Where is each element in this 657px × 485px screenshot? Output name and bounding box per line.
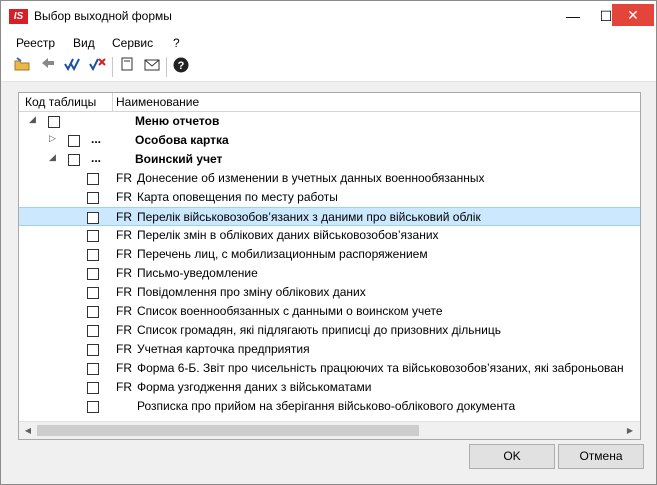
row-name: Перелік змін в облікових даних військово… xyxy=(137,228,439,242)
tree-row[interactable]: FR Перелік змін в облікових даних військо… xyxy=(19,226,640,245)
scroll-right-icon[interactable]: ▶ xyxy=(623,424,637,437)
column-divider[interactable] xyxy=(112,93,113,111)
window-title: Выбор выходной формы xyxy=(34,9,172,23)
row-name: Меню отчетов xyxy=(135,114,220,128)
minimize-button[interactable]: — xyxy=(556,1,590,31)
tree-row[interactable]: FR Форма 6-Б. Звіт про чисельність працюю… xyxy=(19,359,640,378)
row-checkbox[interactable] xyxy=(87,268,99,280)
row-code: FR xyxy=(116,266,132,280)
ellipsis-marker: ... xyxy=(91,151,102,165)
toolbar: ? xyxy=(1,53,656,82)
row-name: Карта оповещения по месту работы xyxy=(137,190,338,204)
row-checkbox[interactable] xyxy=(87,192,99,204)
row-checkbox[interactable] xyxy=(68,135,80,147)
collapse-icon[interactable]: ◢ xyxy=(29,114,36,125)
check-all-icon[interactable] xyxy=(63,57,83,77)
column-code-header[interactable]: Код таблицы xyxy=(25,95,96,109)
collapse-icon[interactable]: ◢ xyxy=(49,152,56,163)
tree-row[interactable]: ▷... Особова картка xyxy=(19,131,640,150)
menu-view[interactable]: Вид xyxy=(73,36,95,50)
row-code: FR xyxy=(116,304,132,318)
row-checkbox[interactable] xyxy=(87,401,99,413)
report-tree[interactable]: Код таблицы Наименование ◢ Меню отчетов ▷.… xyxy=(18,92,641,440)
row-name: Форма узгодження даних з військоматами xyxy=(137,380,372,394)
column-header: Код таблицы Наименование xyxy=(19,93,640,112)
row-code: FR xyxy=(116,228,132,242)
row-name: Особова картка xyxy=(135,133,229,147)
row-checkbox[interactable] xyxy=(87,363,99,375)
row-checkbox[interactable] xyxy=(87,344,99,356)
tree-row[interactable]: ◢... Воинский учет xyxy=(19,150,640,169)
row-name: Перечень лиц, с мобилизационным распоряж… xyxy=(137,247,428,261)
help-icon[interactable]: ? xyxy=(171,57,191,77)
scroll-left-icon[interactable]: ◀ xyxy=(21,424,35,437)
envelope-icon[interactable] xyxy=(142,57,162,77)
row-name: Форма 6-Б. Звіт про чисельність працюючи… xyxy=(137,361,624,375)
row-checkbox[interactable] xyxy=(87,382,99,394)
row-name: Письмо-уведомление xyxy=(137,266,258,280)
title-bar[interactable]: IS Выбор выходной формы — ☐ ✕ xyxy=(1,1,656,33)
row-checkbox[interactable] xyxy=(68,154,80,166)
arrow-icon[interactable] xyxy=(38,57,58,77)
row-name: Воинский учет xyxy=(135,152,223,166)
document-icon[interactable] xyxy=(117,57,137,77)
tree-row[interactable]: FR Перечень лиц, с мобилизационным распор… xyxy=(19,245,640,264)
open-folder-icon[interactable] xyxy=(12,57,32,77)
row-code: FR xyxy=(116,361,132,375)
tree-row[interactable]: ◢ Меню отчетов xyxy=(19,112,640,131)
row-checkbox[interactable] xyxy=(87,230,99,242)
row-code: FR xyxy=(116,171,132,185)
tree-row[interactable]: FR Карта оповещения по месту работы xyxy=(19,188,640,207)
tree-row[interactable]: Розписка про прийом на зберігання військ… xyxy=(19,397,640,416)
row-checkbox[interactable] xyxy=(87,306,99,318)
menu-service[interactable]: Сервис xyxy=(112,36,153,50)
toolbar-separator xyxy=(112,57,113,77)
column-name-header[interactable]: Наименование xyxy=(116,95,199,109)
svg-text:?: ? xyxy=(178,60,185,72)
app-logo-icon: IS xyxy=(9,9,28,24)
ellipsis-marker: ... xyxy=(91,132,102,146)
horizontal-scrollbar[interactable]: ◀ ▶ xyxy=(19,421,640,439)
row-name: Список громадян, які підлягають приписці… xyxy=(137,323,502,337)
menu-reestr[interactable]: Реестр xyxy=(16,36,55,50)
row-code: FR xyxy=(116,190,132,204)
close-button[interactable]: ✕ xyxy=(612,4,654,26)
expand-icon[interactable]: ▷ xyxy=(49,133,56,144)
ok-button[interactable]: OK xyxy=(469,444,555,469)
tree-row[interactable]: FR Список военнообязанных с данными о вои… xyxy=(19,302,640,321)
tree-row[interactable]: FR Повідомлення про зміну облікових даних xyxy=(19,283,640,302)
tree-row[interactable]: FR Форма узгодження даних з військоматами xyxy=(19,378,640,397)
tree-row[interactable]: FR Донесение об изменении в учетных данны… xyxy=(19,169,640,188)
dialog-window: IS Выбор выходной формы — ☐ ✕ Реестр Вид… xyxy=(0,0,657,485)
row-checkbox[interactable] xyxy=(87,173,99,185)
row-name: Перелік військовозобов’язаних з даними п… xyxy=(137,210,481,224)
row-checkbox[interactable] xyxy=(48,116,60,128)
row-checkbox[interactable] xyxy=(87,325,99,337)
row-checkbox[interactable] xyxy=(87,212,99,224)
row-name: Донесение об изменении в учетных данных … xyxy=(137,171,485,185)
uncheck-all-icon[interactable] xyxy=(88,57,108,77)
row-name: Розписка про прийом на зберігання військ… xyxy=(137,399,516,413)
row-checkbox[interactable] xyxy=(87,287,99,299)
row-name: Список военнообязанных с данными о воинс… xyxy=(137,304,443,318)
scroll-thumb[interactable] xyxy=(37,425,419,436)
row-checkbox[interactable] xyxy=(87,249,99,261)
row-code: FR xyxy=(116,342,132,356)
row-code: FR xyxy=(116,323,132,337)
row-code: FR xyxy=(116,380,132,394)
tree-row[interactable]: FR Письмо-уведомление xyxy=(19,264,640,283)
row-code: FR xyxy=(116,247,132,261)
menu-bar: Реестр Вид Сервис ? xyxy=(1,33,656,53)
toolbar-separator xyxy=(166,57,167,77)
row-name: Учетная карточка предприятия xyxy=(137,342,310,356)
cancel-button[interactable]: Отмена xyxy=(558,444,644,469)
tree-row[interactable]: FR Список громадян, які підлягають припис… xyxy=(19,321,640,340)
row-code: FR xyxy=(116,285,132,299)
row-code: FR xyxy=(116,210,132,224)
tree-row[interactable]: FR Перелік військовозобов’язаних з даними… xyxy=(19,207,640,226)
row-name: Повідомлення про зміну облікових даних xyxy=(137,285,366,299)
tree-row[interactable]: FR Учетная карточка предприятия xyxy=(19,340,640,359)
menu-help[interactable]: ? xyxy=(173,36,180,50)
